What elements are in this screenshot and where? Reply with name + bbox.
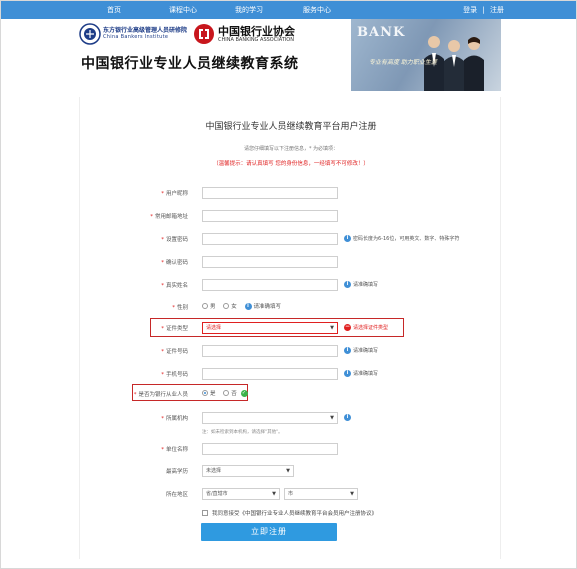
nav-home[interactable]: 首页 <box>107 1 121 19</box>
institute-logo-icon <box>79 23 101 45</box>
id-type-select[interactable]: 请选择 ▼ <box>202 322 338 334</box>
gender-female-label: 女 <box>231 304 237 310</box>
email-input[interactable] <box>202 210 338 222</box>
gender-male-radio[interactable] <box>202 303 208 309</box>
agreement-link[interactable]: 《中国银行业专业人员继续教育平台会员用户注册协议》 <box>240 511 378 517</box>
id-type-label: * 证件类型 <box>161 326 188 332</box>
info-icon: i <box>344 347 351 354</box>
association-logo-icon <box>194 24 214 44</box>
page: 首页 课程中心 我的学习 服务中心 登录 | 注册 东方银行业高级管理人员研修院… <box>0 0 577 569</box>
realname-hint: i 请准确填写 <box>344 281 378 288</box>
confirm-password-label: * 确认密码 <box>161 260 188 266</box>
department-input[interactable] <box>202 443 338 455</box>
phone-input[interactable] <box>202 368 338 380</box>
phone-label: * 手机号码 <box>161 372 188 378</box>
site-title: 中国银行业专业人员继续教育系统 <box>81 56 299 72</box>
chevron-down-icon: ▼ <box>330 325 334 331</box>
province-select[interactable]: 省/直辖市 ▼ <box>202 488 280 500</box>
gender-radio-group: 男 女 i 请准确填写 <box>202 302 281 310</box>
realname-label: * 真实姓名 <box>161 283 188 289</box>
bank-staff-yes-radio[interactable] <box>202 390 208 396</box>
registration-form: 中国银行业专业人员继续教育平台用户注册 请您仔细填写以下注册信息，* 为必填项：… <box>79 97 501 559</box>
department-label: * 单位名称 <box>161 447 188 453</box>
nav-courses[interactable]: 课程中心 <box>169 1 197 19</box>
password-hint: i 密码长度为6-16位，可用英文、数字、特殊字符 <box>344 235 459 242</box>
gender-hint: 请准确填写 <box>253 304 282 310</box>
header-banner: BANK 专业有高度 助力职业生涯 <box>351 19 501 91</box>
institute-name-cn: 东方银行业高级管理人员研修院 <box>103 27 188 34</box>
info-icon: i <box>344 370 351 377</box>
info-icon: i <box>344 414 351 421</box>
register-submit-button[interactable]: 立即注册 <box>201 523 337 541</box>
nav-my-learning[interactable]: 我的学习 <box>235 1 263 19</box>
chevron-down-icon: ▼ <box>286 468 290 474</box>
info-icon: i <box>344 281 351 288</box>
chevron-down-icon: ▼ <box>272 491 276 497</box>
username-input[interactable] <box>202 187 338 199</box>
password-label: * 设置密码 <box>161 237 188 243</box>
banner-person-icon <box>444 40 464 91</box>
city-select[interactable]: 市 ▼ <box>284 488 358 500</box>
register-link[interactable]: 注册 <box>490 6 504 14</box>
bank-staff-no-radio[interactable] <box>223 390 230 396</box>
institution-select[interactable]: ▼ <box>202 412 338 424</box>
confirm-password-input[interactable] <box>202 256 338 268</box>
gender-male-label: 男 <box>210 304 216 310</box>
gender-female-radio[interactable] <box>223 303 230 309</box>
form-title: 中国银行业专业人员继续教育平台用户注册 <box>205 122 377 132</box>
chevron-down-icon: ▼ <box>330 415 334 421</box>
association-name-en: CHINA BANKING ASSOCIATION <box>218 37 294 43</box>
bank-staff-radio-group: 是 否 ✓ <box>202 389 248 397</box>
form-instruction: 请您仔细填写以下注册信息，* 为必填项： <box>243 146 339 152</box>
auth-links: 登录 | 注册 <box>463 1 504 19</box>
check-icon: ✓ <box>240 389 248 397</box>
id-type-error: − 请选择证件类型 <box>344 323 389 331</box>
info-icon: i <box>344 235 351 242</box>
banner-slogan: 专业有高度 助力职业生涯 <box>369 59 437 66</box>
info-icon: i <box>244 302 252 310</box>
nav-service[interactable]: 服务中心 <box>303 1 331 19</box>
id-number-label: * 证件号码 <box>161 349 188 355</box>
bank-staff-label: * 是否为银行从业人员 <box>133 392 188 398</box>
phone-hint: i 请准确填写 <box>344 370 378 377</box>
site-header: 东方银行业高级管理人员研修院 China Bankers Institute 中… <box>1 19 576 91</box>
region-label: 所在地区 <box>165 492 188 498</box>
agreement-checkbox[interactable] <box>202 510 208 516</box>
agreement-text: 我同意接受《中国银行业专业人员继续教育平台会员用户注册协议》 <box>212 511 378 517</box>
banner-bank-text: BANK <box>357 25 406 40</box>
auth-separator: | <box>482 6 485 14</box>
realname-input[interactable] <box>202 279 338 291</box>
institute-name-en: China Bankers Institute <box>103 34 169 40</box>
institution-sub-hint: 注：如未检索到本机构，请选择"其他"。 <box>202 430 283 435</box>
id-number-input[interactable] <box>202 345 338 357</box>
login-link[interactable]: 登录 <box>463 6 477 14</box>
password-input[interactable] <box>202 233 338 245</box>
gender-label: * 性别 <box>172 305 188 311</box>
error-icon: − <box>344 323 351 331</box>
bank-staff-yes-label: 是 <box>210 391 216 397</box>
education-select[interactable]: 未选择 ▼ <box>202 465 294 477</box>
id-number-hint: i 请准确填写 <box>344 347 378 354</box>
education-label: 最高学历 <box>165 469 188 475</box>
chevron-down-icon: ▼ <box>350 491 354 497</box>
form-warning: （温馨提示：请认真填写 您的身份信息，一经填写不可修改！） <box>213 161 369 167</box>
top-nav-bar: 首页 课程中心 我的学习 服务中心 登录 | 注册 <box>1 1 576 19</box>
institution-label: * 所属机构 <box>161 416 188 422</box>
banner-person-icon <box>464 37 484 91</box>
email-label: * 常用邮箱地址 <box>150 214 188 220</box>
username-label: * 用户昵称 <box>161 191 188 197</box>
bank-staff-no-label: 否 <box>231 391 237 397</box>
